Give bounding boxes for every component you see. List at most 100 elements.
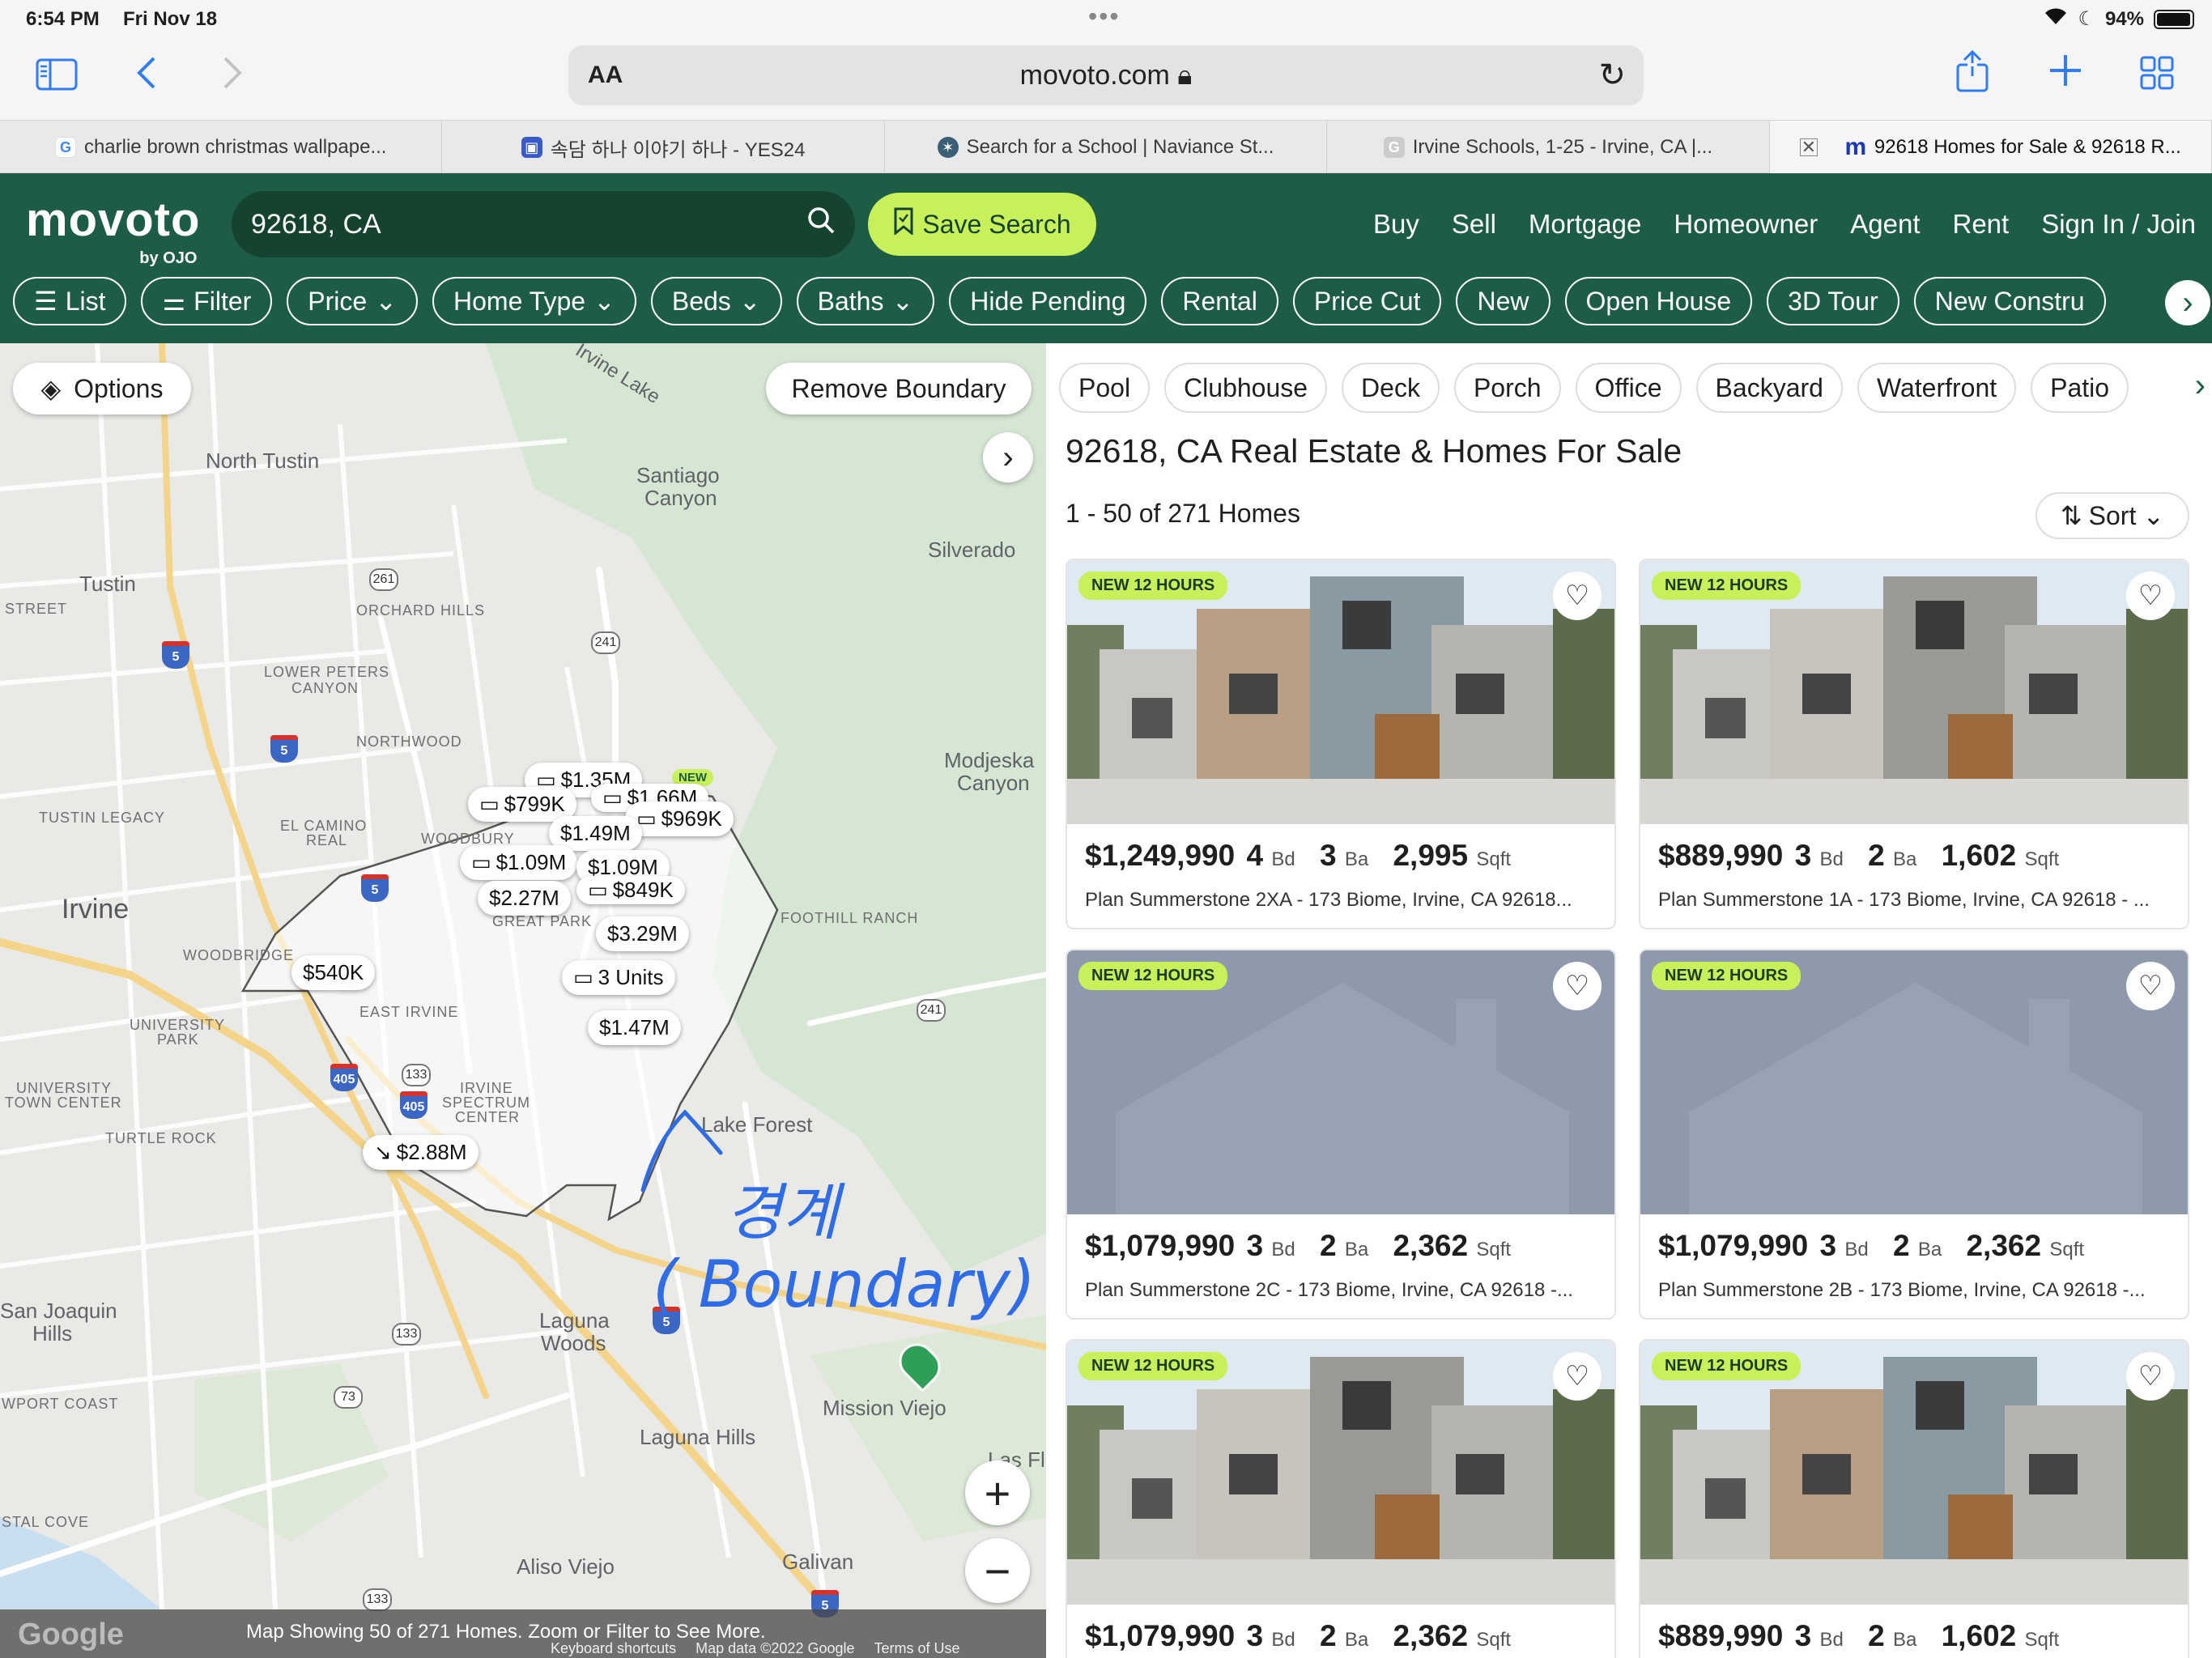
amenity-office[interactable]: Office — [1575, 363, 1682, 413]
nav-buy[interactable]: Buy — [1373, 209, 1419, 240]
amenity-pool[interactable]: Pool — [1059, 363, 1151, 413]
bookmark-icon — [893, 207, 914, 241]
nav-sell[interactable]: Sell — [1452, 209, 1496, 240]
tab-movoto[interactable]: ✕ m 92618 Homes for Sale & 92618 R... — [1769, 121, 2212, 174]
listing-beds: 3 — [1794, 1619, 1812, 1652]
amenity-patio[interactable]: Patio — [2031, 363, 2129, 413]
price-pin[interactable]: $1.47M — [588, 1010, 681, 1045]
amenity-backyard[interactable]: Backyard — [1695, 363, 1843, 413]
listing-card[interactable]: NEW 12 HOURS ♡ $889,990 3 Bd 2 Ba 1,602 … — [1639, 559, 2189, 929]
filter-button[interactable]: ⚌ Filter — [141, 277, 273, 325]
nav-mortgage[interactable]: Mortgage — [1529, 209, 1641, 240]
amenity-porch[interactable]: Porch — [1453, 363, 1561, 413]
favorite-heart-icon[interactable]: ♡ — [2126, 962, 2175, 1010]
tab-overview-icon[interactable] — [2139, 55, 2175, 98]
amenity-chips: Pool Clubhouse Deck Porch Office Backyar… — [1059, 363, 2212, 413]
movoto-logo[interactable]: movoto by OJO — [26, 193, 200, 267]
listing-address[interactable]: Plan Summerstone 2B - 173 Biome, Irvine,… — [1658, 1279, 2176, 1302]
map-options-button[interactable]: ◈ Options — [13, 363, 191, 414]
tab-naviance[interactable]: ✶ Search for a School | Naviance St... — [885, 121, 1328, 174]
map-label: FOOTHILL RANCH — [781, 910, 919, 926]
new-chip[interactable]: New — [1456, 277, 1551, 325]
rental-chip[interactable]: Rental — [1161, 277, 1278, 325]
close-tab-icon[interactable]: ✕ — [1799, 137, 1818, 157]
listing-card[interactable]: NEW 12 HOURS ♡ $1,079,990 3 Bd 2 Ba 2,36… — [1066, 949, 1616, 1320]
favorite-heart-icon[interactable]: ♡ — [2126, 1352, 2175, 1401]
new-construction-chip[interactable]: New Constru — [1913, 277, 2106, 325]
home-type-dropdown[interactable]: Home Type ⌄ — [432, 277, 636, 325]
status-bar: 6:54 PM Fri Nov 18 ••• ☾ 94% — [0, 0, 2212, 39]
search-input[interactable] — [251, 202, 785, 246]
multitasking-dots-icon[interactable]: ••• — [1088, 2, 1121, 32]
interstate-shield: 405 — [330, 1064, 358, 1091]
listing-address[interactable]: Plan Summerstone 2C - 173 Biome, Irvine,… — [1085, 1279, 1603, 1302]
listing-card[interactable]: NEW 12 HOURS ♡ $1,249,990 4 Bd 3 Ba 2,99… — [1066, 559, 1616, 929]
tab-irvine-schools[interactable]: G Irvine Schools, 1-25 - Irvine, CA |... — [1327, 121, 1770, 174]
search-icon[interactable] — [806, 206, 836, 243]
filter-scroll-right-icon[interactable]: › — [2165, 280, 2210, 325]
amenity-clubhouse[interactable]: Clubhouse — [1164, 363, 1328, 413]
address-bar[interactable]: AA movoto.com 🔒︎ ↻ — [568, 45, 1644, 105]
interstate-shield: 5 — [162, 641, 189, 669]
forward-icon[interactable] — [220, 53, 245, 100]
beds-dropdown[interactable]: Beds ⌄ — [650, 277, 782, 325]
sort-button[interactable]: ⇅ Sort ⌄ — [2035, 492, 2189, 539]
price-pin[interactable]: ▭ 3 Units — [562, 960, 675, 995]
price-pin[interactable]: $2.27M — [478, 881, 571, 916]
map-collapse-arrow-icon[interactable]: › — [983, 432, 1033, 483]
nav-agent[interactable]: Agent — [1850, 209, 1920, 240]
listing-card[interactable]: NEW 12 HOURS ♡ $889,990 3 Bd 2 Ba 1,602 … — [1639, 1339, 2189, 1658]
listing-beds: 3 — [1794, 839, 1812, 872]
share-icon[interactable] — [1955, 49, 1990, 101]
favorite-heart-icon[interactable]: ♡ — [1553, 572, 1602, 620]
price-cut-chip[interactable]: Price Cut — [1292, 277, 1442, 325]
nav-sign-in[interactable]: Sign In / Join — [2041, 209, 2196, 240]
sqft-unit: Sqft — [2024, 848, 2060, 870]
price-pin[interactable]: $3.29M — [596, 916, 689, 951]
amenity-scroll-right-icon[interactable]: › — [2195, 368, 2206, 404]
favorite-heart-icon[interactable]: ♡ — [2126, 572, 2175, 620]
zoom-out-button[interactable]: − — [965, 1538, 1030, 1603]
terms-link[interactable]: Terms of Use — [874, 1640, 960, 1657]
3d-tour-chip[interactable]: 3D Tour — [1767, 277, 1899, 325]
zoom-in-button[interactable]: + — [965, 1460, 1030, 1525]
listing-sqft: 1,602 — [1941, 839, 2017, 872]
baths-dropdown[interactable]: Baths ⌄ — [796, 277, 935, 325]
tab-yes24[interactable]: ▣ 속담 하나 이야기 하나 - YES24 — [442, 121, 885, 174]
favorite-heart-icon[interactable]: ♡ — [1553, 1352, 1602, 1401]
tab-charlie-brown[interactable]: G charlie brown christmas wallpape... — [0, 121, 443, 174]
listing-card[interactable]: NEW 12 HOURS ♡ $1,079,990 3 Bd 2 Ba 2,36… — [1066, 1339, 1616, 1658]
price-dropdown[interactable]: Price ⌄ — [287, 277, 418, 325]
chip-label: Baths — [817, 286, 884, 316]
map-panel[interactable]: ◈ Options Remove Boundary › Irvine Lake N… — [0, 343, 1046, 1658]
remove-boundary-button[interactable]: Remove Boundary — [766, 363, 1032, 414]
listing-address[interactable]: Plan Summerstone 2XA - 173 Biome, Irvine… — [1085, 889, 1603, 912]
price-pin[interactable]: ▭ $1.09M — [460, 845, 578, 880]
price-pin[interactable]: ▭ $849K — [576, 876, 685, 904]
price-pin[interactable]: $540K — [291, 955, 376, 990]
amenity-deck[interactable]: Deck — [1342, 363, 1440, 413]
amenity-waterfront[interactable]: Waterfront — [1857, 363, 2017, 413]
route-shield: 133 — [363, 1588, 392, 1611]
sidebar-icon[interactable] — [36, 58, 78, 98]
list-view-button[interactable]: ☰ List — [13, 277, 127, 325]
keyboard-shortcuts-link[interactable]: Keyboard shortcuts — [551, 1640, 676, 1657]
listing-price-line: $1,079,990 3 Bd 2 Ba 2,362 Sqft — [1658, 1229, 2100, 1263]
lock-icon: 🔒︎ — [1177, 60, 1193, 91]
listing-price-line: $1,079,990 3 Bd 2 Ba 2,362 Sqft — [1085, 1229, 1527, 1263]
battery-icon — [2154, 9, 2194, 29]
nav-homeowner[interactable]: Homeowner — [1674, 209, 1818, 240]
price-pin[interactable]: ↘ $2.88M — [363, 1135, 479, 1170]
nav-rent[interactable]: Rent — [1953, 209, 2010, 240]
favorite-heart-icon[interactable]: ♡ — [1553, 962, 1602, 1010]
open-house-chip[interactable]: Open House — [1564, 277, 1753, 325]
reload-icon[interactable]: ↻ — [1598, 57, 1626, 94]
new-tab-icon[interactable] — [2047, 52, 2084, 96]
listing-card[interactable]: NEW 12 HOURS ♡ $1,079,990 3 Bd 2 Ba 2,36… — [1639, 949, 2189, 1320]
listing-beds: 3 — [1246, 1619, 1264, 1652]
save-search-button[interactable]: Save Search — [868, 193, 1096, 256]
back-icon[interactable] — [134, 53, 159, 100]
hide-pending-chip[interactable]: Hide Pending — [949, 277, 1147, 325]
listing-address[interactable]: Plan Summerstone 1A - 173 Biome, Irvine,… — [1658, 889, 2176, 912]
pin-label: $540K — [303, 960, 364, 984]
